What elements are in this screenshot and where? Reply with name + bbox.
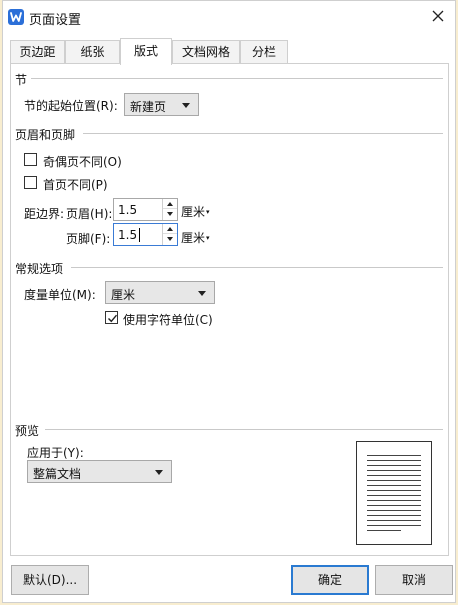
- apply-to-select[interactable]: 整篇文档: [27, 460, 172, 483]
- ok-button[interactable]: 确定: [291, 565, 369, 595]
- window-title: 页面设置: [29, 13, 82, 28]
- general-options-divider: [71, 267, 443, 268]
- decrement-button[interactable]: [163, 234, 177, 244]
- footer-unit-dropdown[interactable]: 厘米▾: [181, 229, 210, 246]
- wps-writer-icon: [8, 9, 24, 25]
- preview-divider: [45, 429, 443, 430]
- odd-even-checkbox[interactable]: [24, 153, 37, 166]
- apply-to-label: 应用于(Y):: [27, 446, 84, 460]
- arrow-down-icon: [167, 237, 173, 241]
- tab-layout[interactable]: 版式: [120, 38, 172, 65]
- preview-text-line: [367, 525, 421, 526]
- default-button[interactable]: 默认(D)...: [11, 565, 89, 595]
- close-icon: [432, 10, 444, 22]
- header-distance-label: 页眉(H):: [66, 207, 113, 221]
- margin-label: 距边界:: [24, 207, 65, 221]
- title-bar: 页面设置: [3, 1, 455, 33]
- spinner-buttons: [162, 199, 177, 220]
- preview-text-line: [367, 485, 421, 486]
- section-start-select[interactable]: 新建页: [124, 93, 199, 116]
- chevron-down-icon: [182, 103, 190, 108]
- header-footer-divider: [83, 133, 443, 134]
- preview-text-line: [367, 460, 421, 461]
- header-unit-label: 厘米: [181, 205, 206, 219]
- preview-text-line: [367, 455, 421, 456]
- arrow-up-icon: [167, 202, 173, 206]
- section-start-label: 节的起始位置(R):: [24, 99, 118, 113]
- tab-margins[interactable]: 页边距: [10, 40, 65, 64]
- footer-distance-value: 1.5: [118, 228, 138, 242]
- odd-even-label: 奇偶页不同(O): [43, 155, 122, 169]
- arrow-up-icon: [167, 227, 173, 231]
- section-start-value: 新建页: [130, 100, 167, 114]
- page-setup-dialog: 页面设置 页边距 纸张 版式 文档网格 分栏 节 节的起始位置(R): 新建页 …: [2, 0, 456, 603]
- preview-text-line: [367, 505, 421, 506]
- header-footer-heading: 页眉和页脚: [15, 128, 76, 142]
- preview-text-line: [367, 490, 421, 491]
- preview-text-line: [367, 500, 421, 501]
- arrow-down-icon: [167, 212, 173, 216]
- spinner-buttons: [162, 224, 177, 245]
- apply-to-value: 整篇文档: [33, 467, 82, 481]
- tab-columns[interactable]: 分栏: [240, 40, 288, 64]
- chevron-down-icon: [155, 470, 163, 475]
- text-cursor: [139, 228, 140, 242]
- caret-down-icon: ▾: [206, 208, 210, 216]
- preview-text-line: [367, 470, 421, 471]
- first-page-label: 首页不同(P): [43, 178, 108, 192]
- preview-text-line: [367, 520, 421, 521]
- first-page-checkbox[interactable]: [24, 176, 37, 189]
- increment-button[interactable]: [163, 199, 177, 209]
- char-unit-label: 使用字符单位(C): [123, 313, 213, 327]
- general-options-heading: 常规选项: [15, 262, 64, 276]
- close-button[interactable]: [427, 5, 449, 27]
- section-heading: 节: [15, 73, 28, 87]
- preview-text-line: [367, 510, 421, 511]
- header-distance-spinner[interactable]: 1.5: [113, 198, 178, 221]
- decrement-button[interactable]: [163, 209, 177, 219]
- preview-text-line: [367, 515, 421, 516]
- header-unit-dropdown[interactable]: 厘米▾: [181, 203, 210, 220]
- preview-text-line: [367, 480, 421, 481]
- char-unit-checkbox[interactable]: [105, 311, 118, 324]
- caret-down-icon: ▾: [206, 234, 210, 242]
- preview-text-line: [367, 530, 401, 531]
- measure-unit-select[interactable]: 厘米: [105, 281, 215, 304]
- chevron-down-icon: [198, 291, 206, 296]
- preview-text-line: [367, 475, 421, 476]
- measure-unit-value: 厘米: [111, 288, 136, 302]
- preview-text-line: [367, 465, 421, 466]
- footer-distance-label: 页脚(F):: [66, 232, 111, 246]
- checkmark-icon: [108, 314, 118, 323]
- page-preview: [356, 441, 432, 545]
- header-distance-value: 1.5: [118, 203, 138, 217]
- increment-button[interactable]: [163, 224, 177, 234]
- tab-paper[interactable]: 纸张: [65, 40, 120, 64]
- footer-distance-spinner[interactable]: 1.5: [113, 223, 178, 246]
- section-divider: [31, 78, 443, 79]
- tab-document-grid[interactable]: 文档网格: [172, 40, 240, 64]
- preview-heading: 预览: [15, 424, 40, 438]
- measure-unit-label: 度量单位(M):: [24, 288, 96, 302]
- preview-text-line: [367, 495, 421, 496]
- footer-unit-label: 厘米: [181, 231, 206, 245]
- cancel-button[interactable]: 取消: [375, 565, 453, 595]
